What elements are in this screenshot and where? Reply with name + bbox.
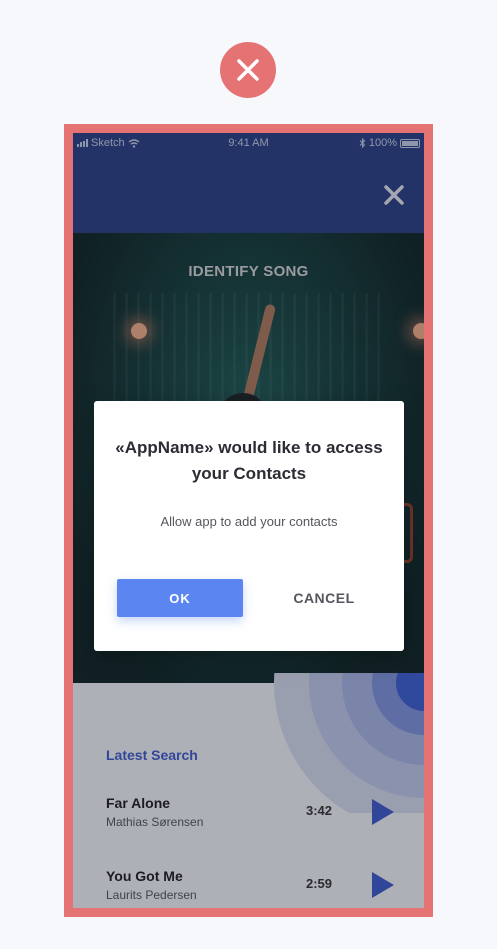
ok-button[interactable]: OK xyxy=(117,579,243,617)
phone-screen: Sketch 9:41 AM 100% IDENTIFY SONG Latest… xyxy=(73,133,424,908)
dialog-title: «AppName» would like to access your Cont… xyxy=(115,438,383,483)
dialog-message: Allow app to add your contacts xyxy=(160,514,338,529)
close-icon xyxy=(237,59,259,81)
cancel-button[interactable]: CANCEL xyxy=(269,579,379,617)
permission-dialog: «AppName» would like to access your Cont… xyxy=(94,401,404,651)
rejected-example-frame: Sketch 9:41 AM 100% IDENTIFY SONG Latest… xyxy=(64,124,433,917)
reject-badge xyxy=(220,42,276,98)
